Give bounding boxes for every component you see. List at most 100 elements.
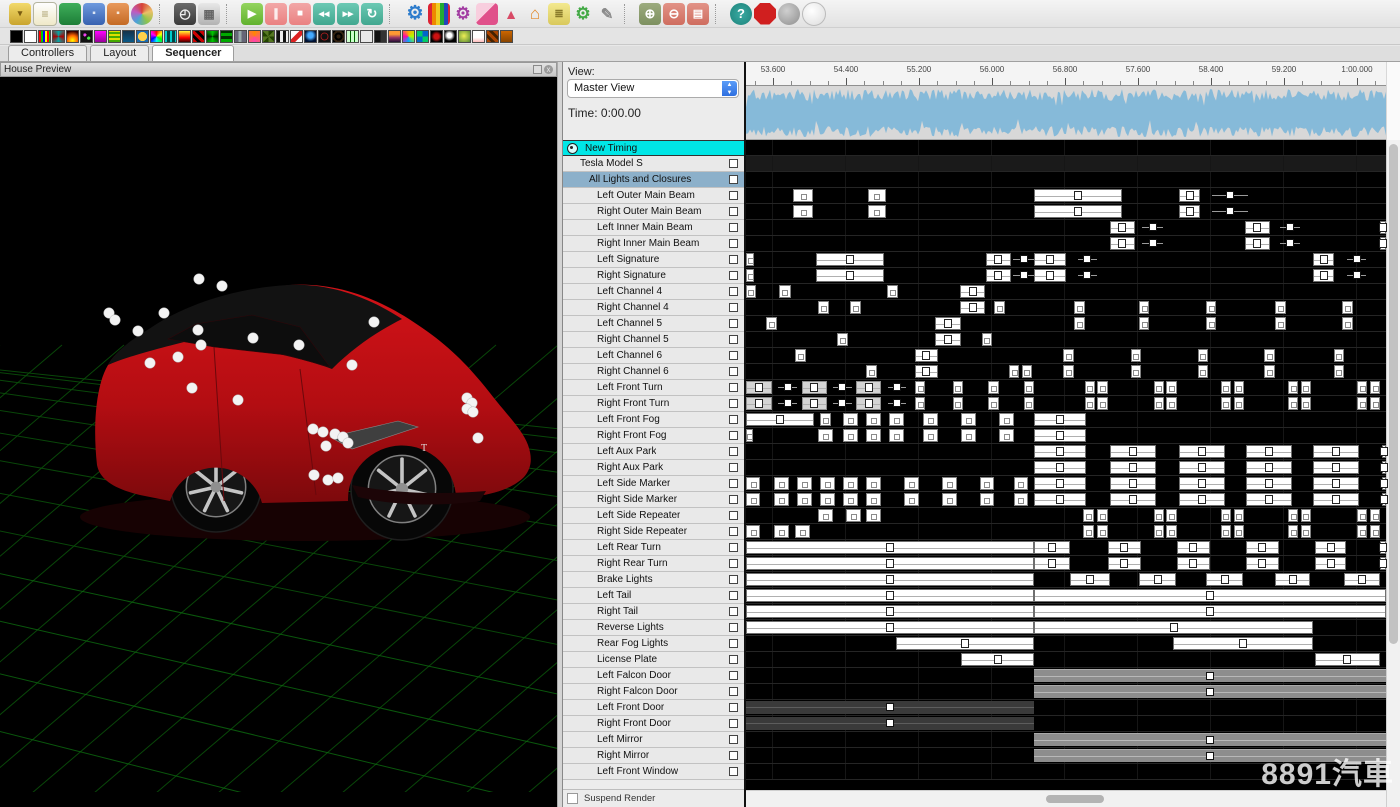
effect-block[interactable] xyxy=(1301,509,1311,522)
effect-block[interactable] xyxy=(866,413,881,426)
effect-block[interactable] xyxy=(1139,317,1149,330)
track-checkbox[interactable] xyxy=(729,607,738,616)
effect-block[interactable] xyxy=(793,205,813,218)
grid-row-right-rear-turn[interactable] xyxy=(746,556,1386,572)
track-checkbox[interactable] xyxy=(729,735,738,744)
effect-handle[interactable] xyxy=(1380,463,1388,472)
effect-handle[interactable] xyxy=(1056,463,1064,472)
effect-block[interactable] xyxy=(1245,237,1269,250)
track-row-left-channel-6[interactable]: Left Channel 6 xyxy=(563,348,744,364)
track-row-left-tail[interactable]: Left Tail xyxy=(563,588,744,604)
effect-block[interactable] xyxy=(1380,237,1386,250)
effect-handle[interactable] xyxy=(755,399,763,408)
effect-block[interactable] xyxy=(1024,381,1034,394)
effect-block[interactable] xyxy=(961,413,976,426)
effect-block[interactable] xyxy=(1034,253,1066,266)
effect-block[interactable] xyxy=(1275,301,1285,314)
grid-row-right-channel-6[interactable] xyxy=(746,364,1386,380)
effect-handle[interactable] xyxy=(1320,255,1328,264)
effect-block[interactable] xyxy=(1206,317,1216,330)
effect-button-12[interactable] xyxy=(164,30,177,43)
grid-row-right-falcon-door[interactable] xyxy=(746,684,1386,700)
zoom-in-button[interactable]: ⊕ xyxy=(639,3,661,25)
effect-settings-icon[interactable]: ⚙ xyxy=(452,3,474,25)
track-row-right-channel-6[interactable]: Right Channel 6 xyxy=(563,364,744,380)
calendar-icon[interactable]: ▦ xyxy=(198,3,220,25)
effect-button-26[interactable] xyxy=(360,30,373,43)
effect-button-13[interactable] xyxy=(178,30,191,43)
effect-button-25[interactable] xyxy=(346,30,359,43)
effect-button-10[interactable] xyxy=(136,30,149,43)
render-all-palette-icon[interactable] xyxy=(131,3,153,25)
effect-block[interactable] xyxy=(1082,253,1093,266)
effect-block[interactable] xyxy=(1034,557,1070,570)
effect-block[interactable] xyxy=(1146,221,1159,234)
effect-handle[interactable] xyxy=(1056,495,1064,504)
effect-block[interactable] xyxy=(892,381,902,394)
track-row-right-front-turn[interactable]: Right Front Turn xyxy=(563,396,744,412)
effect-block[interactable] xyxy=(1313,493,1359,506)
effect-block[interactable] xyxy=(843,429,858,442)
effect-block[interactable] xyxy=(1034,685,1386,698)
effect-button-24[interactable] xyxy=(332,30,345,43)
effect-block[interactable] xyxy=(1234,397,1244,410)
effect-block[interactable] xyxy=(1179,461,1225,474)
effect-handle[interactable] xyxy=(1189,543,1197,552)
effect-button-28[interactable] xyxy=(388,30,401,43)
effect-handle[interactable] xyxy=(1332,479,1340,488)
track-row-right-channel-5[interactable]: Right Channel 5 xyxy=(563,332,744,348)
grid-row-right-side-repeater[interactable] xyxy=(746,524,1386,540)
effect-block[interactable] xyxy=(1009,365,1019,378)
effect-block[interactable] xyxy=(856,381,881,394)
effect-block[interactable] xyxy=(1131,365,1141,378)
effect-block[interactable] xyxy=(1382,493,1386,506)
track-row-right-front-fog[interactable]: Right Front Fog xyxy=(563,428,744,444)
track-checkbox[interactable] xyxy=(729,255,738,264)
effect-handle[interactable] xyxy=(1353,255,1361,263)
effect-block[interactable] xyxy=(1344,573,1380,586)
effect-block[interactable] xyxy=(961,429,976,442)
grid-row-right-front-fog[interactable] xyxy=(746,428,1386,444)
effect-handle[interactable] xyxy=(1189,559,1197,568)
effect-block[interactable] xyxy=(774,493,789,506)
rewind-button[interactable]: ◀◀ xyxy=(313,3,335,25)
effect-handle[interactable] xyxy=(1149,223,1157,231)
effect-button-14[interactable] xyxy=(192,30,205,43)
effect-block[interactable] xyxy=(795,525,810,538)
effect-handle[interactable] xyxy=(1332,463,1340,472)
effect-handle[interactable] xyxy=(1198,495,1206,504)
effect-block[interactable] xyxy=(1110,445,1156,458)
effect-handle[interactable] xyxy=(838,399,846,407)
effect-block[interactable] xyxy=(1063,365,1074,378)
effect-handle[interactable] xyxy=(784,383,792,391)
close-panel-icon[interactable]: x xyxy=(544,65,553,74)
effect-block[interactable] xyxy=(746,493,760,506)
effect-block[interactable] xyxy=(1063,349,1074,362)
track-row-right-channel-4[interactable]: Right Channel 4 xyxy=(563,300,744,316)
effect-block[interactable] xyxy=(1034,621,1313,634)
effect-block[interactable] xyxy=(850,301,861,314)
track-checkbox[interactable] xyxy=(729,543,738,552)
effect-block[interactable] xyxy=(1246,493,1292,506)
track-checkbox[interactable] xyxy=(729,431,738,440)
track-row-left-aux-park[interactable]: Left Aux Park xyxy=(563,444,744,460)
effect-handle[interactable] xyxy=(1074,207,1082,216)
effect-block[interactable] xyxy=(1146,237,1159,250)
effect-block[interactable] xyxy=(746,253,754,266)
detach-panel-icon[interactable] xyxy=(533,65,542,74)
effect-handle[interactable] xyxy=(886,543,894,552)
effect-block[interactable] xyxy=(935,317,961,330)
effect-block[interactable] xyxy=(837,397,848,410)
track-row-right-front-door[interactable]: Right Front Door xyxy=(563,716,744,732)
track-row-right-side-marker[interactable]: Right Side Marker xyxy=(563,492,744,508)
effect-block[interactable] xyxy=(866,429,881,442)
effect-button-30[interactable] xyxy=(416,30,429,43)
effect-block[interactable] xyxy=(953,397,963,410)
effect-handle[interactable] xyxy=(1379,543,1387,552)
effect-block[interactable] xyxy=(1097,381,1107,394)
effect-button-31[interactable] xyxy=(430,30,443,43)
effect-block[interactable] xyxy=(866,477,881,490)
track-row-reverse-lights[interactable]: Reverse Lights xyxy=(563,620,744,636)
effect-block[interactable] xyxy=(988,397,999,410)
effect-block[interactable] xyxy=(1370,525,1380,538)
